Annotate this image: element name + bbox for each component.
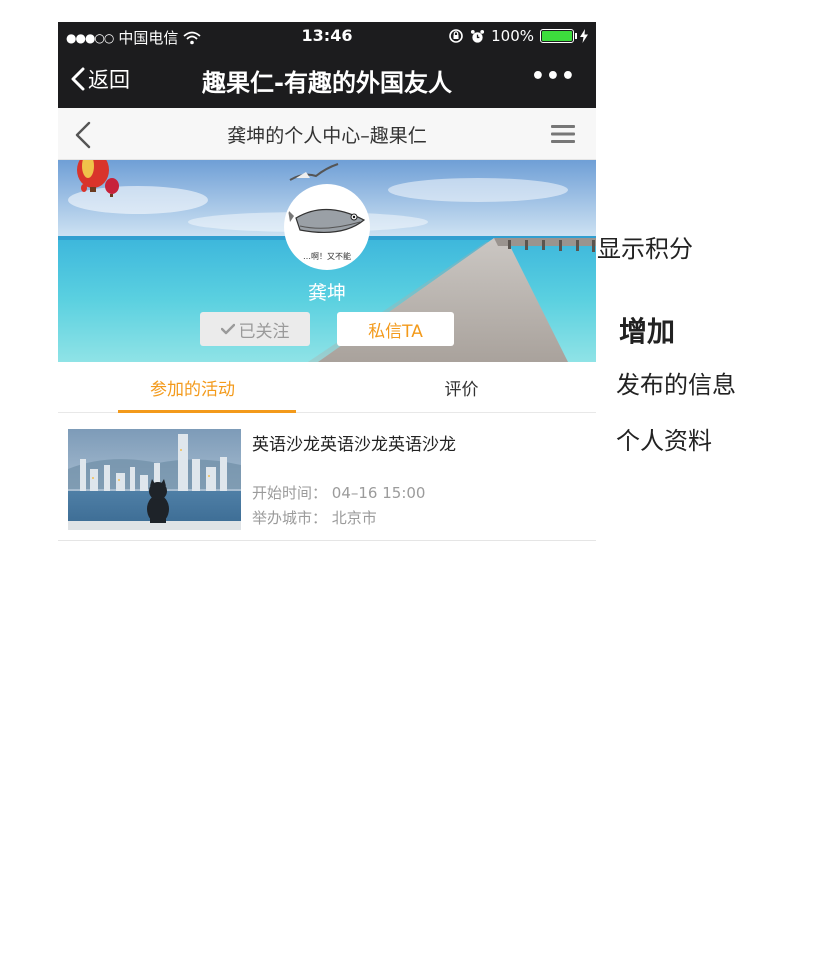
- tab-reviews[interactable]: 评价: [327, 362, 596, 413]
- more-button[interactable]: •••: [531, 64, 576, 89]
- profile-banner: …啊！又不能 龚坤 已关注 私信TA: [58, 160, 596, 362]
- start-time-value: 04–16 15:00: [331, 484, 426, 502]
- status-right: 100%: [448, 27, 588, 45]
- annotation-posted-info: 发布的信息: [616, 371, 736, 399]
- city-value: 北京市: [331, 509, 377, 527]
- profile-tabs: 参加的活动 评价: [58, 362, 596, 413]
- city-label: 举办城市：: [252, 509, 328, 527]
- nav-title: 趣果仁-有趣的外国友人: [202, 69, 452, 97]
- battery-percent: 100%: [491, 27, 534, 45]
- status-bar: ●●●○○ 中国电信 13:46 100%: [58, 22, 596, 50]
- activity-start-time: 开始时间： 04–16 15:00: [252, 482, 425, 503]
- tab-joined-activities[interactable]: 参加的活动: [58, 362, 327, 413]
- annotation-add: 增加: [619, 315, 676, 348]
- annotation-personal-info: 个人资料: [616, 427, 712, 455]
- wechat-nav-bar: 返回 趣果仁-有趣的外国友人 •••: [58, 50, 596, 108]
- private-message-button[interactable]: 私信TA: [337, 312, 454, 346]
- annotation-show-points: 显示积分: [597, 235, 693, 263]
- page-title: 龚坤的个人中心–趣果仁: [227, 125, 427, 147]
- charging-icon: [580, 29, 588, 43]
- follow-button[interactable]: 已关注: [200, 312, 310, 346]
- battery-icon: [540, 29, 577, 43]
- check-icon: [220, 323, 235, 335]
- alarm-icon: [471, 29, 485, 43]
- activity-title: 英语沙龙英语沙龙英语沙龙: [252, 435, 456, 455]
- phone-screen: ●●●○○ 中国电信 13:46 100% 返回 趣果仁-有趣的外国友人 •••…: [58, 22, 596, 542]
- username: 龚坤: [307, 282, 346, 304]
- activity-city: 举办城市： 北京市: [252, 507, 377, 528]
- avatar[interactable]: …啊！又不能: [284, 184, 370, 270]
- menu-icon[interactable]: [550, 123, 576, 145]
- start-time-label: 开始时间：: [252, 484, 328, 502]
- list-item[interactable]: 英语沙龙英语沙龙英语沙龙 开始时间： 04–16 15:00 举办城市： 北京市: [58, 414, 596, 541]
- rotation-lock-icon: [449, 29, 463, 43]
- city-skyline-image: [68, 429, 241, 530]
- page-header: 龚坤的个人中心–趣果仁: [58, 108, 596, 160]
- avatar-caption: …啊！又不能: [303, 252, 351, 261]
- activity-thumbnail: [68, 429, 241, 530]
- active-tab-indicator: [118, 410, 296, 413]
- follow-label: 已关注: [238, 321, 290, 342]
